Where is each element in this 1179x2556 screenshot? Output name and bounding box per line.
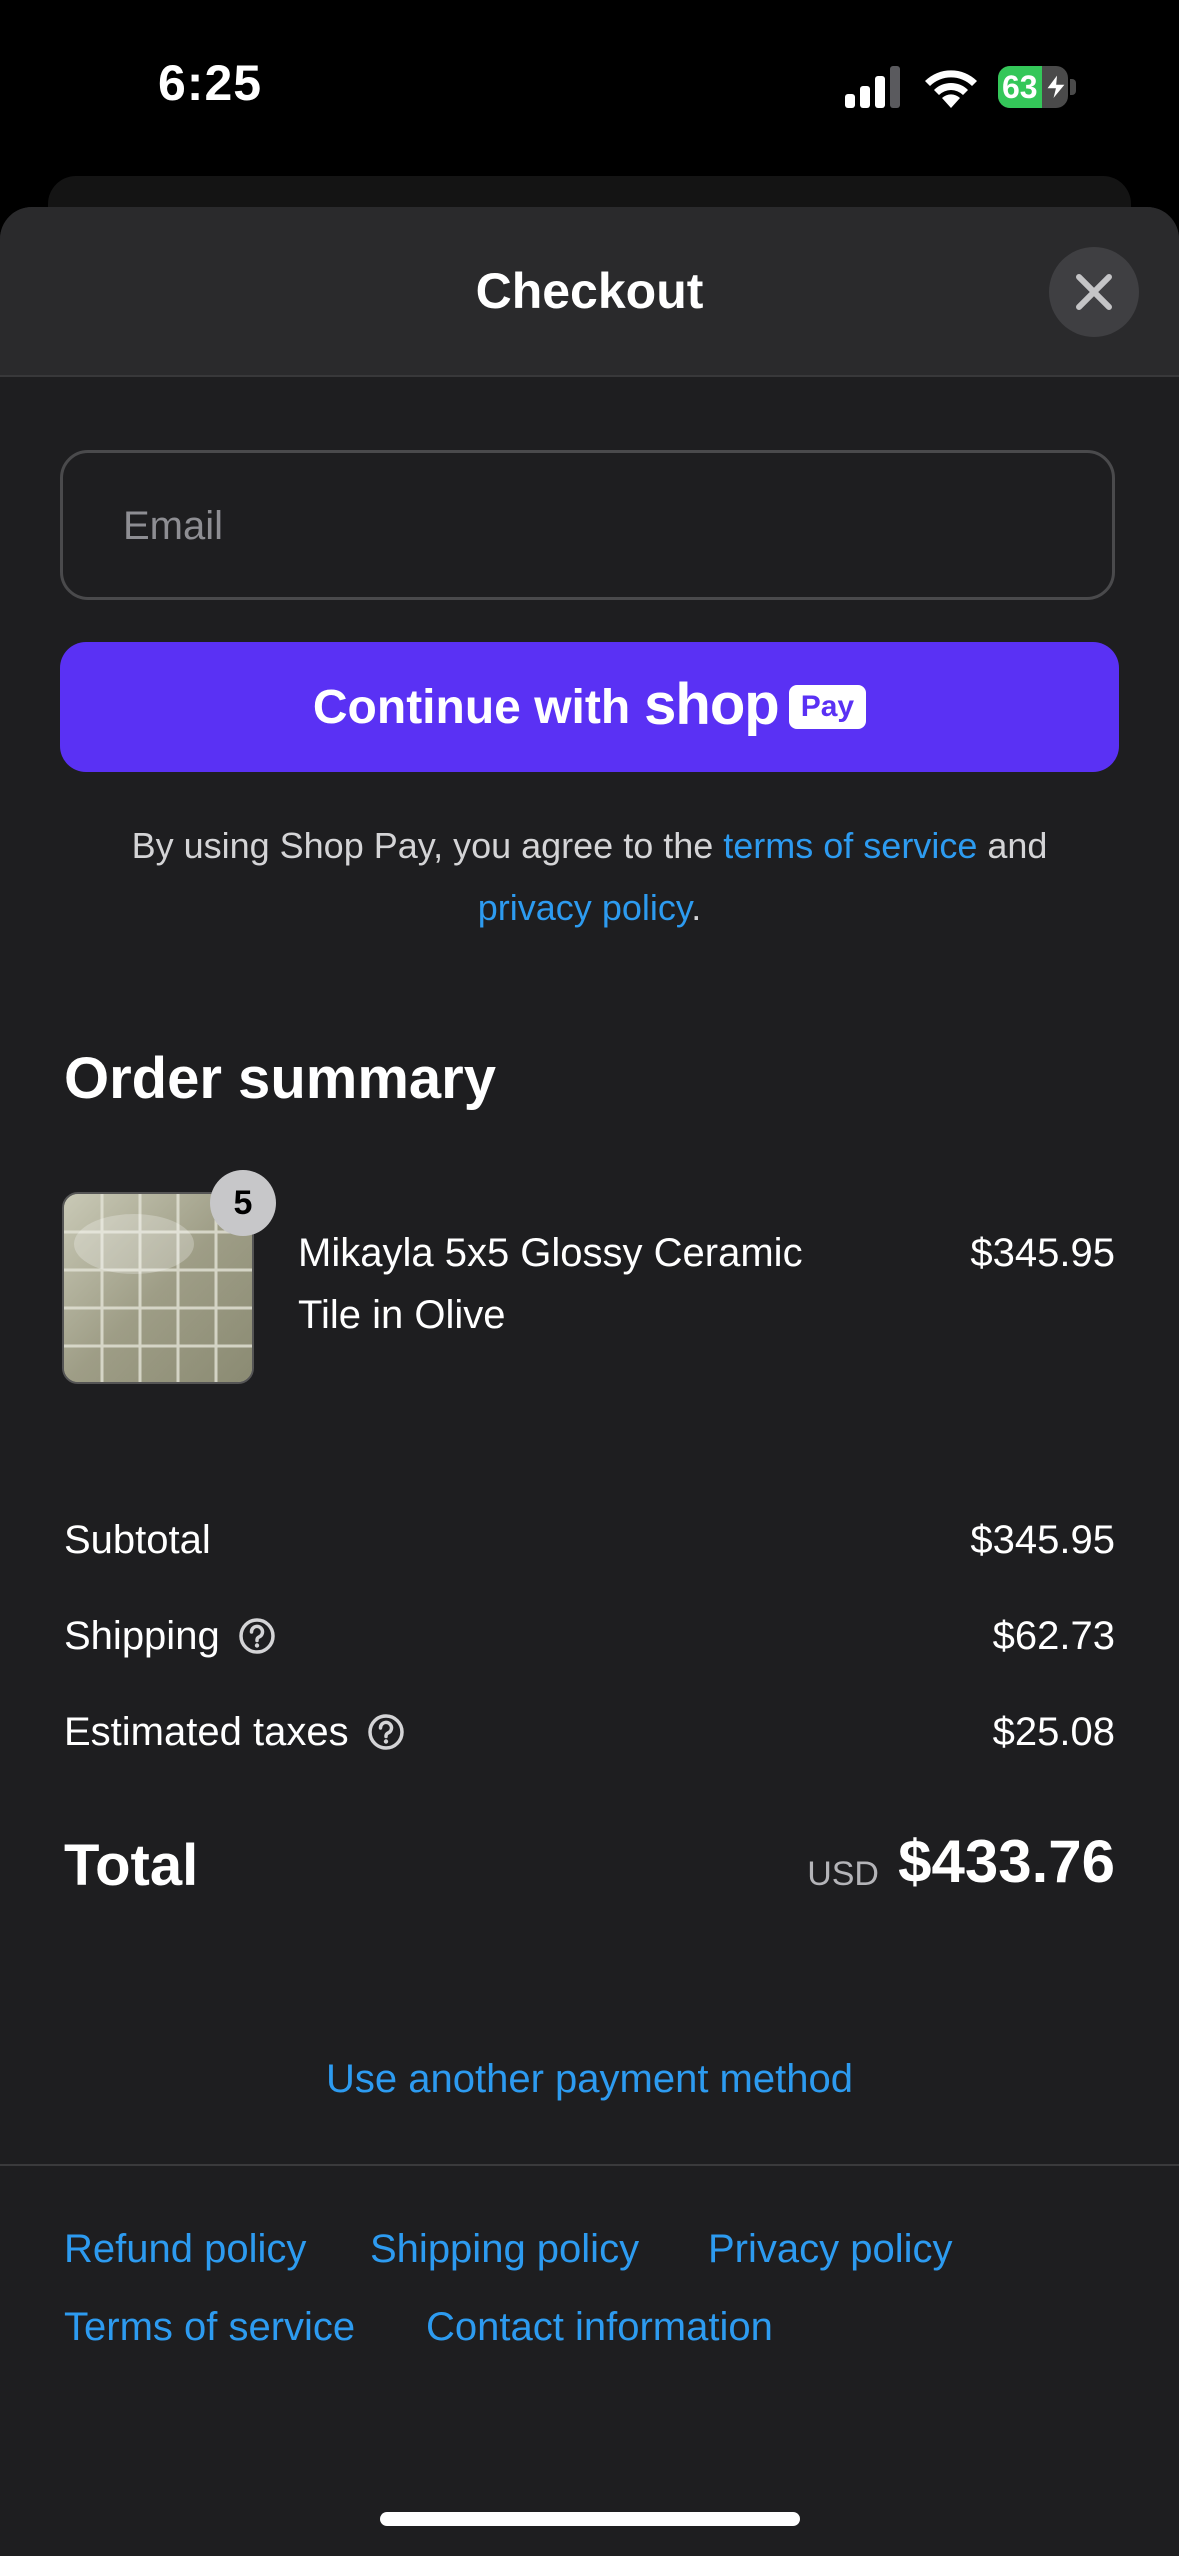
- subtotal-label: Subtotal: [64, 1518, 211, 1562]
- estimated-taxes-label: Estimated taxes: [64, 1710, 349, 1754]
- pay-badge: Pay: [788, 685, 867, 729]
- sheet-header: Checkout: [0, 207, 1179, 377]
- charging-bolt-icon: [1044, 73, 1068, 101]
- close-button[interactable]: [1049, 247, 1139, 337]
- shipping-row: Shipping $62.73: [64, 1606, 1115, 1666]
- terms-of-service-link[interactable]: terms of service: [723, 825, 977, 866]
- status-time: 6:25: [158, 55, 263, 111]
- shipping-label: Shipping: [64, 1614, 220, 1658]
- shipping-help-icon[interactable]: [238, 1617, 276, 1655]
- quantity-badge: 5: [210, 1170, 276, 1236]
- checkout-sheet: Checkout Continue with shop Pay By using…: [0, 207, 1179, 2556]
- order-summary-title: Order summary: [64, 1046, 496, 1111]
- taxes-row: Estimated taxes $25.08: [64, 1702, 1115, 1762]
- shipping-value: $62.73: [992, 1614, 1115, 1658]
- subtotal-value: $345.95: [970, 1518, 1115, 1562]
- status-bar: 6:25 63: [0, 0, 1179, 175]
- contact-information-link[interactable]: Contact information: [426, 2305, 773, 2350]
- terms-of-service-footer-link[interactable]: Terms of service: [64, 2305, 355, 2350]
- refund-policy-link[interactable]: Refund policy: [64, 2227, 306, 2272]
- wifi-icon: [925, 70, 977, 108]
- cellular-signal-icon: [845, 66, 900, 108]
- shipping-policy-link[interactable]: Shipping policy: [370, 2227, 639, 2272]
- continue-with-shop-pay-button[interactable]: Continue with shop Pay: [60, 642, 1119, 772]
- product-price: $345.95: [970, 1231, 1115, 1275]
- privacy-policy-footer-link[interactable]: Privacy policy: [708, 2227, 953, 2272]
- email-field[interactable]: [60, 450, 1115, 600]
- legal-text-part: and: [977, 825, 1048, 866]
- product-name: Mikayla 5x5 Glossy Ceramic Tile in Olive: [298, 1231, 803, 1337]
- battery-indicator: 63: [998, 66, 1076, 108]
- legal-text-part: By using Shop Pay, you agree to the: [131, 825, 724, 866]
- legal-text-part: .: [691, 887, 702, 928]
- total-value: $433.76: [898, 1828, 1115, 1895]
- use-another-payment-method-link[interactable]: Use another payment method: [0, 2057, 1179, 2102]
- shop-logo: shop: [644, 671, 780, 737]
- battery-percent: 63: [1002, 69, 1038, 105]
- close-icon: [1076, 274, 1112, 310]
- page-title: Checkout: [475, 263, 704, 319]
- taxes-help-icon[interactable]: [367, 1713, 405, 1751]
- currency-code: USD: [807, 1855, 879, 1893]
- estimated-taxes-value: $25.08: [992, 1710, 1115, 1754]
- total-label: Total: [64, 1833, 199, 1898]
- subtotal-row: Subtotal $345.95: [64, 1510, 1115, 1570]
- divider: [0, 2164, 1179, 2166]
- shop-pay-button-label: Continue with: [312, 680, 631, 734]
- privacy-policy-link[interactable]: privacy policy: [478, 887, 691, 928]
- email-input[interactable]: [121, 453, 1025, 599]
- shop-pay-legal-text: By using Shop Pay, you agree to the term…: [80, 815, 1099, 939]
- home-indicator[interactable]: [380, 2512, 800, 2526]
